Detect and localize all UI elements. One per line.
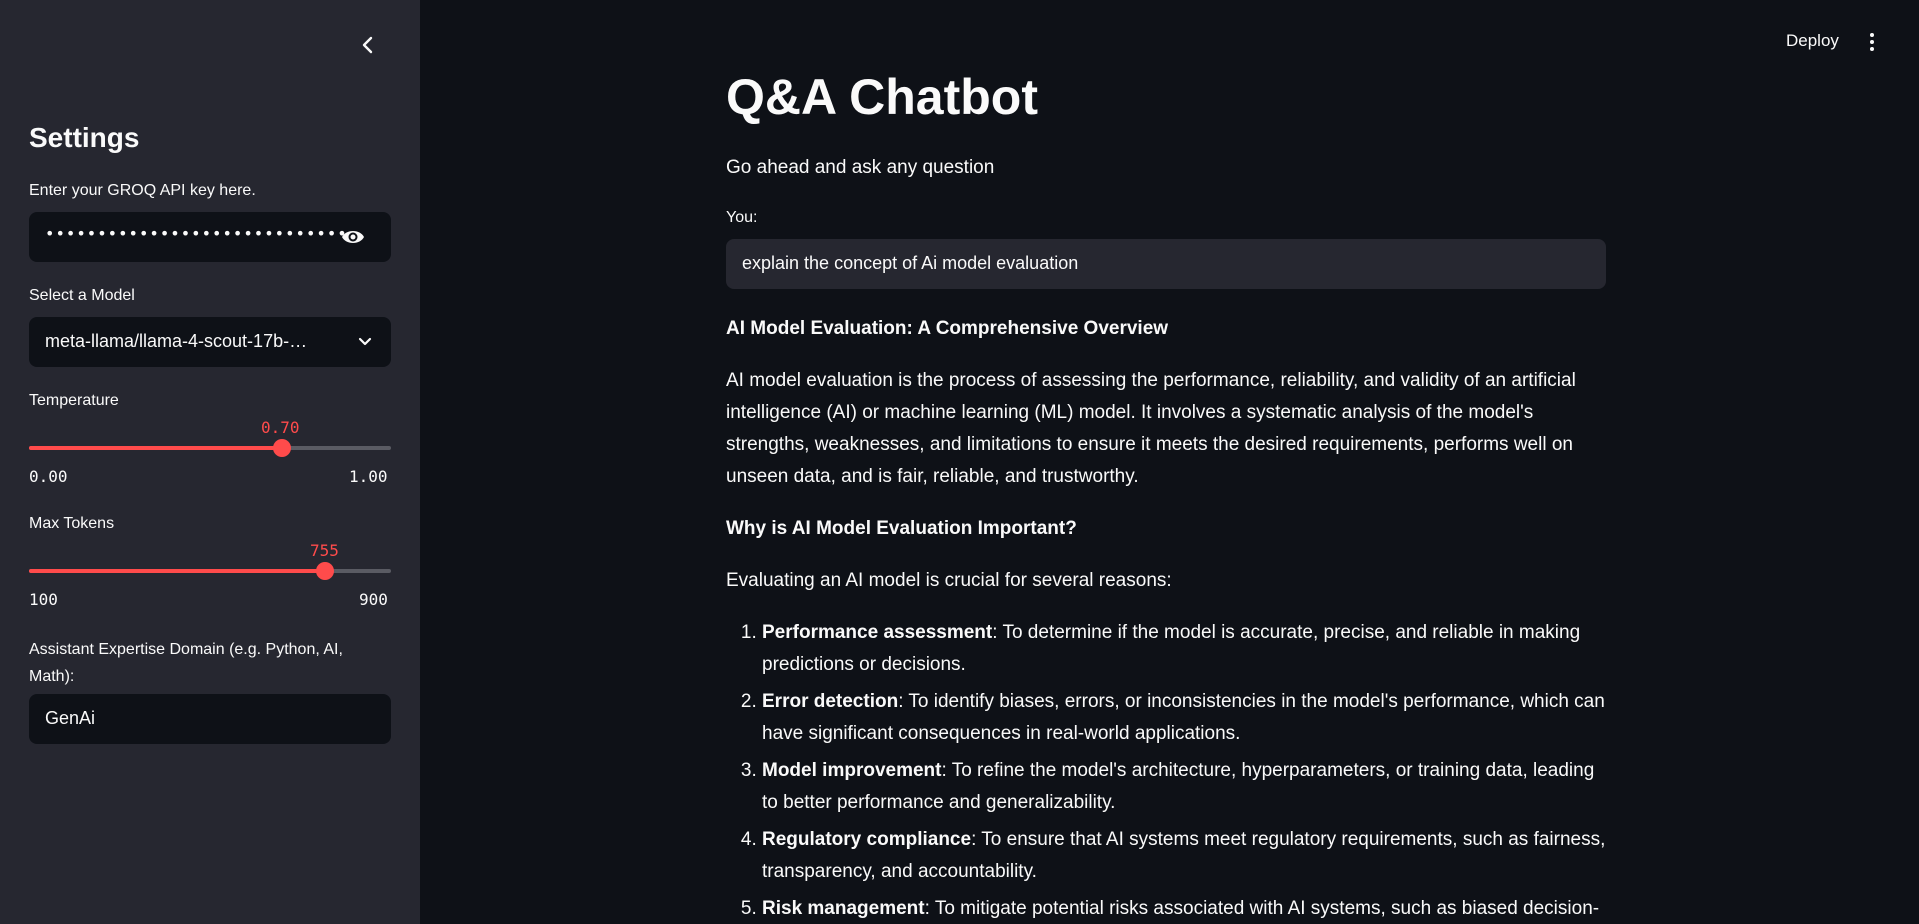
temperature-label: Temperature <box>29 392 119 409</box>
list-item: Risk management: To mitigate potential r… <box>762 893 1606 924</box>
reason-term: Performance assessment <box>762 622 993 643</box>
chevron-left-icon <box>362 36 373 54</box>
list-item: Regulatory compliance: To ensure that AI… <box>762 824 1606 888</box>
deploy-button[interactable]: Deploy <box>1786 31 1839 51</box>
model-select[interactable]: meta-llama/llama-4-scout-17b-… <box>29 317 391 367</box>
sidebar: Settings Enter your GROQ API key here. •… <box>0 0 420 924</box>
page-subtitle: Go ahead and ask any question <box>726 157 995 178</box>
max-tokens-label: Max Tokens <box>29 515 115 532</box>
reason-term: Risk management <box>762 898 925 919</box>
response-why-heading: Why is AI Model Evaluation Important? <box>726 518 1077 539</box>
response-why-intro: Evaluating an AI model is crucial for se… <box>726 570 1172 591</box>
reason-term: Model improvement <box>762 760 942 781</box>
domain-input[interactable]: GenAi <box>29 694 391 744</box>
reason-term: Regulatory compliance <box>762 829 972 850</box>
api-key-label: Enter your GROQ API key here. <box>29 182 256 199</box>
collapse-sidebar-button[interactable] <box>355 32 381 58</box>
temperature-slider-thumb[interactable] <box>273 439 292 457</box>
show-password-icon[interactable] <box>341 226 365 248</box>
temperature-slider[interactable] <box>29 439 391 457</box>
page-title: Q&A Chatbot <box>726 69 1038 125</box>
sidebar-title: Settings <box>29 122 140 153</box>
reasons-list: Performance assessment: To determine if … <box>762 617 1606 924</box>
max-tokens-max: 900 <box>359 590 388 609</box>
domain-input-value: GenAi <box>45 708 96 728</box>
you-label: You: <box>726 209 758 226</box>
max-tokens-slider-fill <box>29 569 326 573</box>
list-item: Model improvement: To refine the model's… <box>762 755 1606 819</box>
list-item: Error detection: To identify biases, err… <box>762 686 1606 750</box>
max-tokens-min: 100 <box>29 590 58 609</box>
max-tokens-slider-thumb[interactable] <box>316 562 335 580</box>
main-content: Q&A Chatbot Go ahead and ask any questio… <box>726 0 1606 924</box>
question-input-value: explain the concept of Ai model evaluati… <box>742 253 1079 273</box>
question-input[interactable]: explain the concept of Ai model evaluati… <box>726 239 1606 289</box>
more-options-icon[interactable] <box>1864 32 1880 52</box>
max-tokens-value: 755 <box>310 541 339 560</box>
chevron-down-icon <box>358 337 372 346</box>
response-intro: AI model evaluation is the process of as… <box>726 370 1576 487</box>
reason-text: : To mitigate potential risks associated… <box>924 898 1600 919</box>
temperature-max: 1.00 <box>349 467 388 486</box>
response-heading: AI Model Evaluation: A Comprehensive Ove… <box>726 318 1169 339</box>
domain-label: Assistant Expertise Domain (e.g. Python,… <box>29 641 343 685</box>
api-key-input[interactable]: ••••••••••••••••••••••••••••••••••••••••… <box>29 212 391 262</box>
chat-response: AI Model Evaluation: A Comprehensive Ove… <box>726 313 1606 924</box>
temperature-value: 0.70 <box>261 418 300 437</box>
api-key-masked-value: ••••••••••••••••••••••••••••••••••••••••… <box>45 224 345 243</box>
model-select-value: meta-llama/llama-4-scout-17b-… <box>45 331 308 351</box>
model-select-label: Select a Model <box>29 287 135 304</box>
reason-term: Error detection <box>762 691 899 712</box>
temperature-min: 0.00 <box>29 467 68 486</box>
list-item: Performance assessment: To determine if … <box>762 617 1606 681</box>
temperature-slider-fill <box>29 446 283 450</box>
max-tokens-slider[interactable] <box>29 562 391 580</box>
